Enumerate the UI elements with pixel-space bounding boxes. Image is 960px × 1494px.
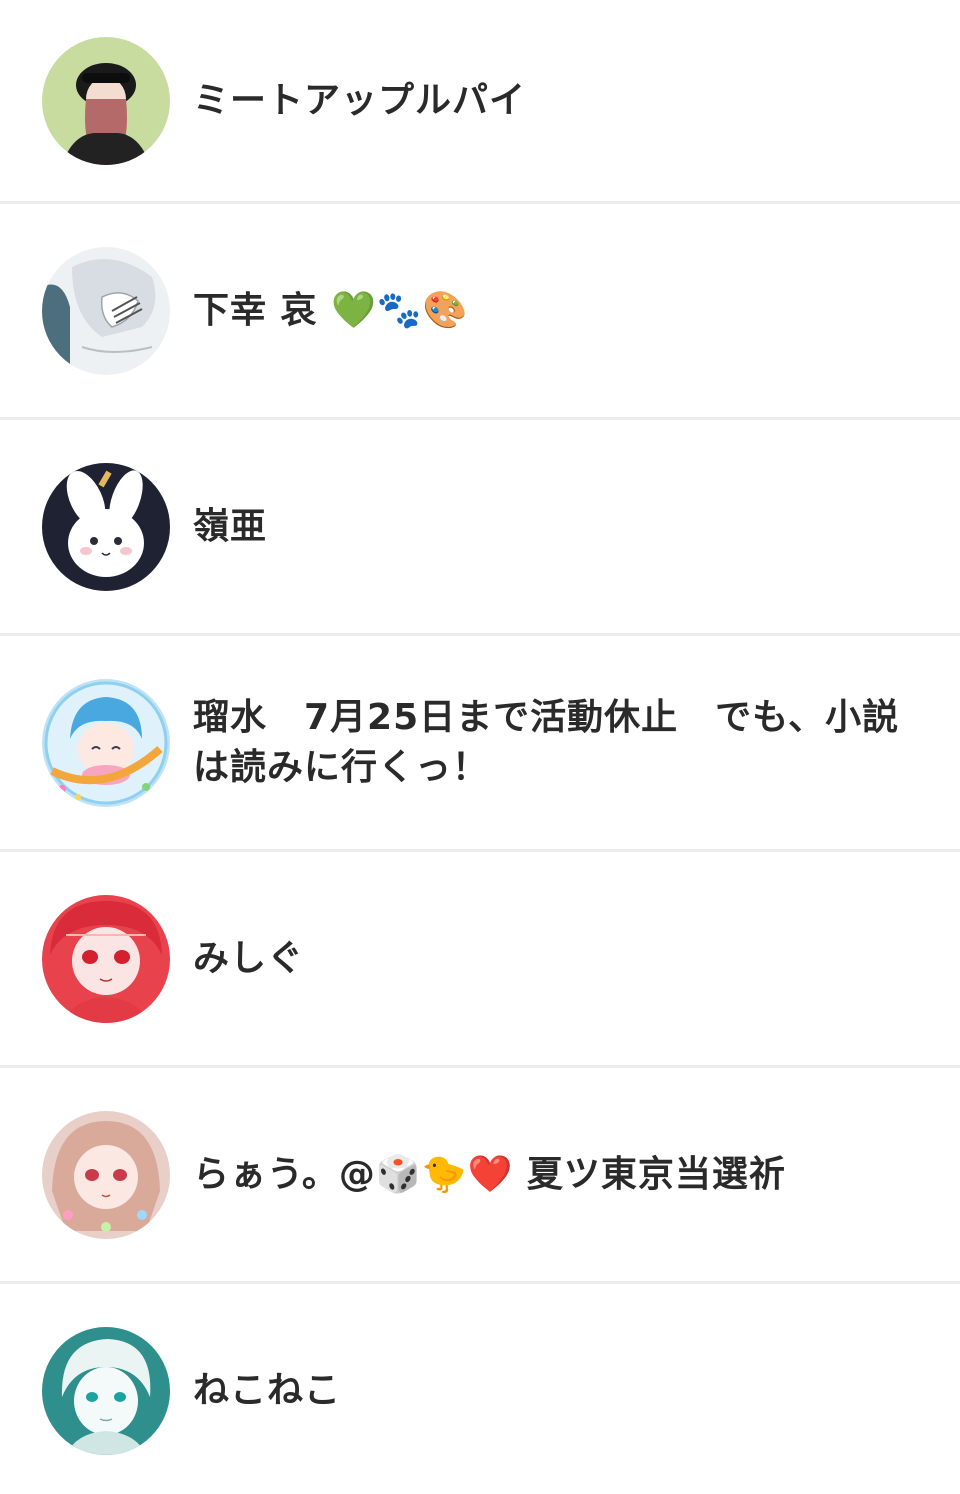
list-item[interactable]: ミートアップルパイ <box>0 0 960 204</box>
list-item[interactable]: 嶺亜 <box>0 420 960 636</box>
avatar[interactable] <box>42 894 170 1023</box>
list-item[interactable]: みしぐ <box>0 852 960 1068</box>
list-item[interactable]: ねこねこ <box>0 1284 960 1494</box>
user-name: みしぐ <box>193 937 305 979</box>
avatar[interactable] <box>42 1326 170 1455</box>
avatar[interactable] <box>42 678 170 807</box>
avatar[interactable] <box>42 462 170 591</box>
avatar[interactable] <box>42 246 170 375</box>
user-list: ミートアップルパイ 下幸 哀 💚🐾🎨 嶺亜 瑠水 7月25日まで活動休止 でも、… <box>0 0 960 1494</box>
avatar[interactable] <box>42 1110 170 1239</box>
user-name: 下幸 哀 💚🐾🎨 <box>193 289 469 331</box>
user-name: ミートアップルパイ <box>193 79 527 121</box>
list-item[interactable]: 瑠水 7月25日まで活動休止 でも、小説は読みに行くっ！ <box>0 636 960 852</box>
list-item[interactable]: 下幸 哀 💚🐾🎨 <box>0 204 960 420</box>
user-name: らぁう。@🎲🐤❤️ 夏ツ東京当選祈 <box>193 1153 786 1195</box>
user-name: 瑠水 7月25日まで活動休止 でも、小説は読みに行くっ！ <box>193 696 900 788</box>
list-item[interactable]: らぁう。@🎲🐤❤️ 夏ツ東京当選祈 <box>0 1068 960 1284</box>
user-name: 嶺亜 <box>193 505 268 547</box>
avatar[interactable] <box>42 36 170 165</box>
user-name: ねこねこ <box>193 1369 342 1411</box>
